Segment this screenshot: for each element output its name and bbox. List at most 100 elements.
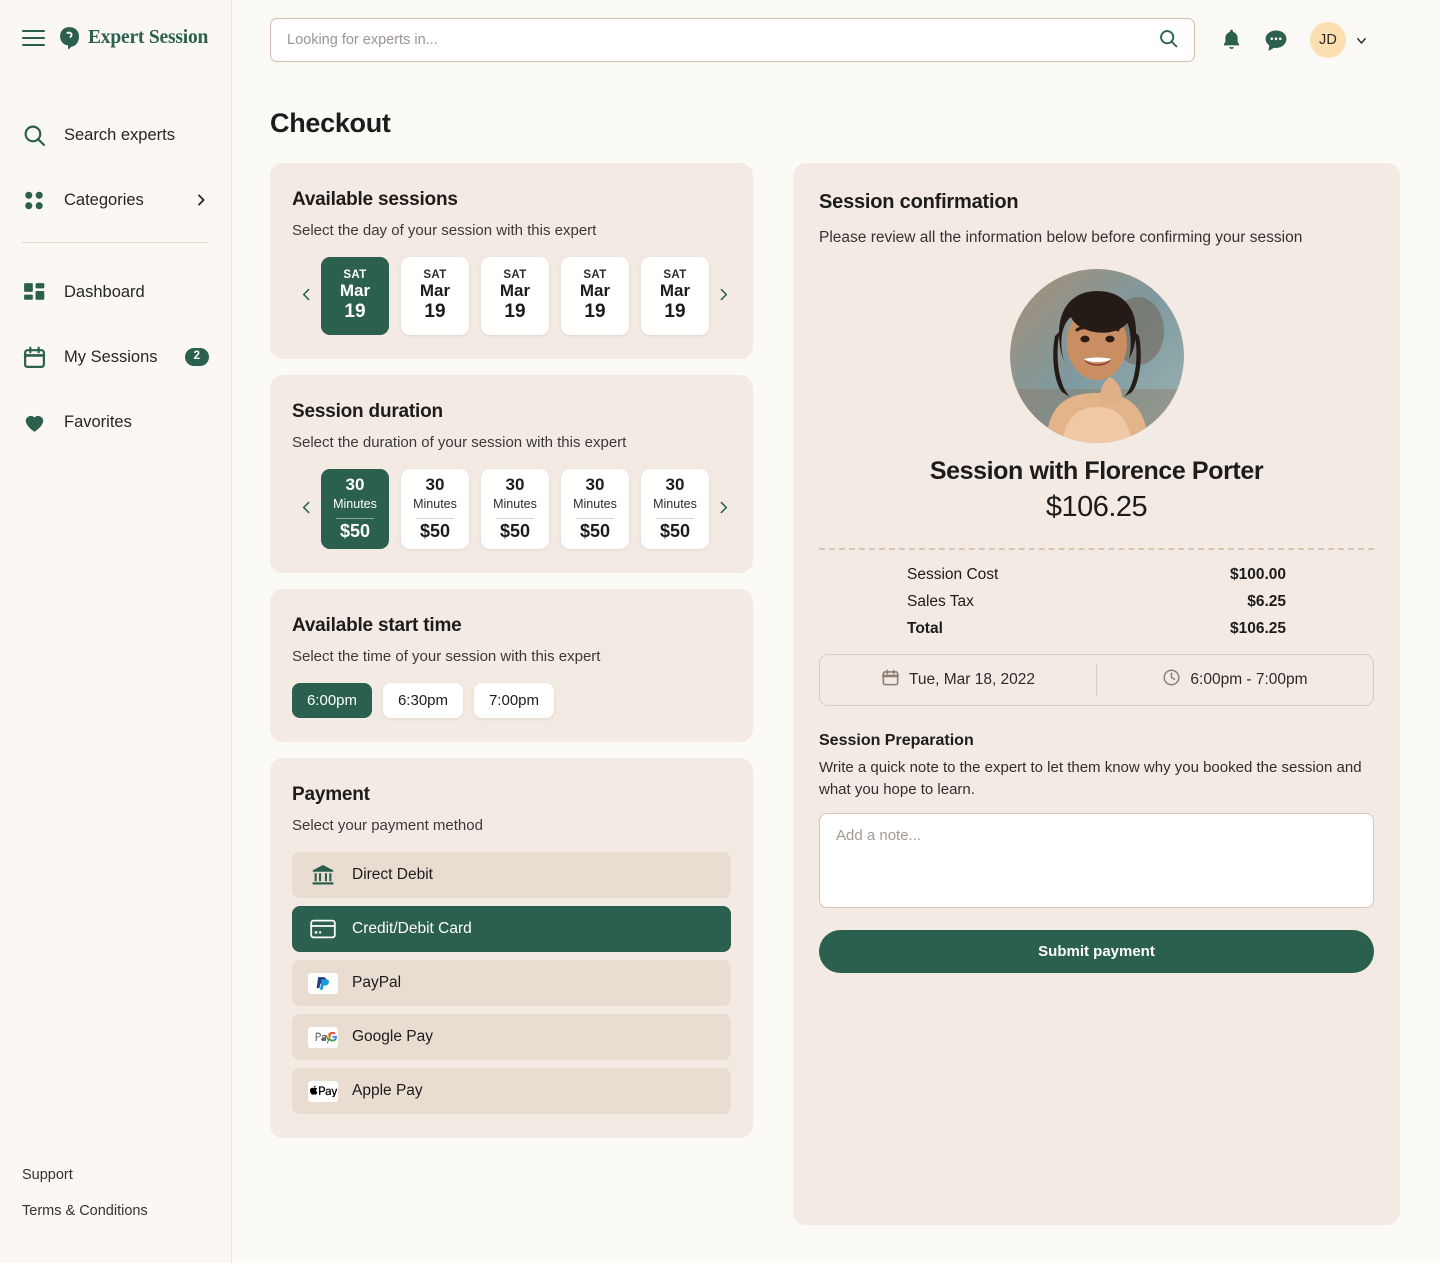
duration-divider	[416, 517, 454, 519]
duration-option[interactable]: 30 Minutes $50	[561, 469, 629, 549]
topbar: JD	[270, 0, 1400, 62]
day-option[interactable]: SAT Mar 19	[321, 257, 389, 335]
checkout-columns: Available sessions Select the day of you…	[270, 163, 1400, 1225]
my-sessions-badge: 2	[184, 348, 209, 366]
session-duration-title: Session duration	[292, 401, 443, 422]
session-date-text: Tue, Mar 18, 2022	[908, 671, 1036, 688]
terms-conditions-link[interactable]: Terms & Conditions	[22, 1203, 209, 1219]
time-option[interactable]: 7:00pm	[474, 683, 554, 718]
sidebar-item-search-experts[interactable]: Search experts	[0, 112, 231, 158]
day-month: Mar	[579, 281, 611, 301]
sidebar-nav: Search experts Categories Dashboard My S…	[0, 112, 231, 464]
duration-price: $50	[339, 520, 371, 541]
session-duration-subtitle: Select the duration of your session with…	[292, 434, 627, 451]
google-pay-icon	[308, 1026, 338, 1048]
sidebar: Expert Session Search experts Categories…	[0, 0, 232, 1263]
payment-method-label: PayPal	[352, 974, 402, 991]
chevron-down-icon	[1354, 33, 1369, 48]
day-number: 19	[344, 301, 366, 323]
duration-next-button[interactable]	[709, 495, 738, 523]
sidebar-item-label: Search experts	[64, 125, 175, 144]
search-input[interactable]	[270, 18, 1195, 62]
session-confirmation-card: Session confirmation Please review all t…	[793, 163, 1400, 1225]
brand-logo[interactable]: Expert Session	[59, 26, 208, 50]
apple-pay-logo	[308, 1080, 338, 1102]
session-datetime-box: Tue, Mar 18, 2022 6:00pm - 7:00pm	[819, 654, 1374, 706]
topbar-actions: JD	[1221, 22, 1369, 58]
session-duration-card: Session duration Select the duration of …	[270, 375, 753, 573]
payment-title: Payment	[292, 784, 370, 805]
duration-divider	[656, 517, 694, 519]
session-confirmation-title: Session confirmation	[819, 191, 1019, 213]
day-option[interactable]: SAT Mar 19	[481, 257, 549, 335]
payment-method-google-pay[interactable]: Google Pay	[292, 1014, 731, 1060]
day-month: Mar	[659, 281, 691, 301]
days-prev-button[interactable]	[292, 282, 321, 310]
payment-method-paypal[interactable]: PayPal	[292, 960, 731, 1006]
search-submit-button[interactable]	[1154, 24, 1183, 56]
start-time-title: Available start time	[292, 615, 462, 636]
day-number: 19	[424, 301, 446, 323]
duration-track: 30 Minutes $50 30 Minutes $50 30 Minutes…	[321, 469, 709, 549]
session-heading: Session with Florence Porter	[929, 457, 1264, 485]
duration-divider	[496, 517, 534, 519]
day-number: 19	[584, 301, 606, 323]
bank-icon	[308, 863, 338, 887]
sidebar-item-my-sessions[interactable]: My Sessions 2	[0, 334, 231, 380]
chevron-left-icon	[298, 286, 315, 306]
hamburger-menu-icon[interactable]	[22, 30, 45, 46]
payment-method-apple-pay[interactable]: Apple Pay	[292, 1068, 731, 1114]
sidebar-item-favorites[interactable]: Favorites	[0, 399, 231, 445]
duration-option[interactable]: 30 Minutes $50	[641, 469, 709, 549]
session-total-price: $106.25	[1045, 491, 1148, 523]
bell-icon[interactable]	[1221, 28, 1242, 52]
clock-icon	[1162, 668, 1181, 692]
submit-payment-button[interactable]: Submit payment	[819, 929, 1374, 973]
dashboard-icon	[22, 280, 52, 305]
duration-price: $50	[499, 520, 531, 541]
time-option[interactable]: 6:00pm	[292, 683, 372, 718]
days-next-button[interactable]	[709, 282, 738, 310]
breakdown-label: Total	[907, 620, 943, 637]
search-bar	[270, 18, 1195, 62]
day-dow: SAT	[583, 269, 607, 282]
chevron-right-icon	[715, 499, 732, 519]
session-date: Tue, Mar 18, 2022	[820, 655, 1096, 705]
credit-card-icon	[308, 919, 338, 939]
search-icon	[22, 123, 52, 148]
duration-amount: 30	[585, 475, 605, 495]
session-preparation-title: Session Preparation	[819, 732, 974, 749]
user-menu[interactable]: JD	[1310, 22, 1369, 58]
chat-bubble-icon[interactable]	[1264, 29, 1288, 52]
sidebar-item-label: Categories	[64, 190, 144, 209]
duration-prev-button[interactable]	[292, 495, 321, 523]
breakdown-value: $100.00	[1229, 566, 1286, 583]
start-time-card: Available start time Select the time of …	[270, 589, 753, 742]
expert-session-logo-icon	[60, 27, 79, 50]
day-option[interactable]: SAT Mar 19	[641, 257, 709, 335]
session-preparation-subtitle: Write a quick note to the expert to let …	[819, 759, 1362, 798]
sidebar-item-label: Dashboard	[64, 282, 145, 301]
duration-amount: 30	[505, 475, 525, 495]
duration-option[interactable]: 30 Minutes $50	[481, 469, 549, 549]
day-option[interactable]: SAT Mar 19	[561, 257, 629, 335]
session-note-input[interactable]	[819, 812, 1374, 908]
checkout-right-column: Session confirmation Please review all t…	[793, 163, 1400, 1225]
session-time-text: 6:00pm - 7:00pm	[1190, 671, 1308, 688]
day-option[interactable]: SAT Mar 19	[401, 257, 469, 335]
expert-photo-wrap	[819, 269, 1374, 443]
duration-option[interactable]: 30 Minutes $50	[401, 469, 469, 549]
categories-grid-icon	[22, 188, 52, 213]
duration-option[interactable]: 30 Minutes $50	[321, 469, 389, 549]
time-option[interactable]: 6:30pm	[383, 683, 463, 718]
sidebar-item-categories[interactable]: Categories	[0, 177, 231, 223]
duration-unit: Minutes	[653, 497, 697, 512]
sidebar-item-dashboard[interactable]: Dashboard	[0, 269, 231, 315]
payment-method-credit-debit-card[interactable]: Credit/Debit Card	[292, 906, 731, 952]
payment-card: Payment Select your payment method Direc…	[270, 758, 753, 1138]
payment-methods-list: Direct Debit Credit/Debit Card PayPal Go…	[292, 852, 731, 1114]
support-link[interactable]: Support	[22, 1167, 209, 1183]
session-time: 6:00pm - 7:00pm	[1097, 655, 1373, 705]
sidebar-item-label: My Sessions	[64, 347, 158, 366]
payment-method-direct-debit[interactable]: Direct Debit	[292, 852, 731, 898]
